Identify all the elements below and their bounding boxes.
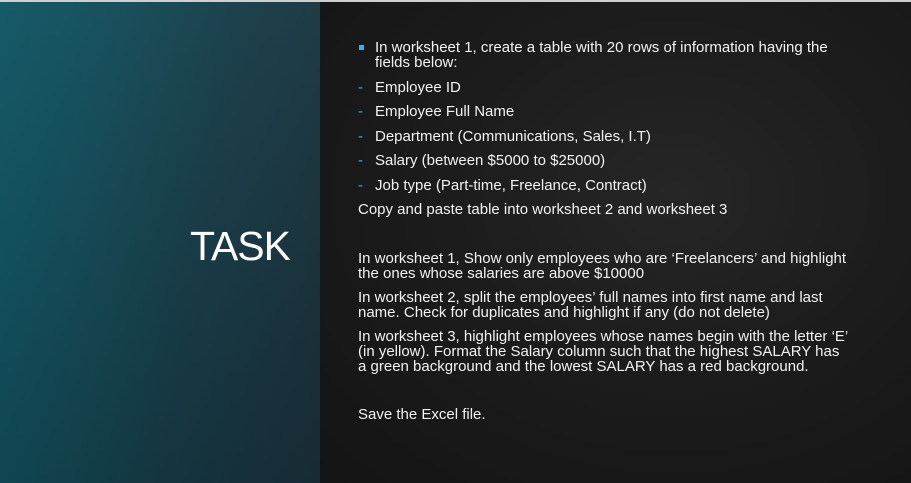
- field-item: - Department (Communications, Sales, I.T…: [358, 129, 848, 144]
- slide-title: TASK: [189, 223, 291, 269]
- dash-bullet-icon: -: [358, 128, 363, 145]
- save-instruction: Save the Excel file.: [358, 406, 486, 423]
- square-bullet-icon: [359, 45, 364, 50]
- dash-bullet-icon: -: [358, 152, 363, 169]
- field-text: Employee ID: [375, 79, 461, 96]
- field-item: - Salary (between $5000 to $25000): [358, 153, 848, 168]
- slide: TASK In worksheet 1, create a table with…: [0, 0, 911, 483]
- dash-bullet-icon: -: [358, 103, 363, 120]
- field-item: - Employee ID: [358, 80, 848, 95]
- field-text: Employee Full Name: [375, 103, 515, 120]
- field-text: Department (Communications, Sales, I.T): [375, 128, 651, 145]
- dash-bullet-icon: -: [358, 79, 363, 96]
- dash-bullet-icon: -: [358, 177, 363, 194]
- worksheet3-instruction: In worksheet 3, highlight employees whos…: [358, 328, 848, 375]
- field-text: Salary (between $5000 to $25000): [375, 152, 606, 169]
- field-item: - Employee Full Name: [358, 104, 848, 119]
- field-item: - Job type (Part-time, Freelance, Contra…: [358, 178, 848, 193]
- field-text: Job type (Part-time, Freelance, Contract…: [375, 177, 647, 194]
- copy-instruction: Copy and paste table into worksheet 2 an…: [358, 201, 728, 218]
- intro-text: In worksheet 1, create a table with 20 r…: [375, 39, 828, 71]
- task-content: In worksheet 1, create a table with 20 r…: [358, 40, 848, 422]
- worksheet1-instruction: In worksheet 1, Show only employees who …: [358, 250, 847, 282]
- title-panel: TASK: [0, 2, 320, 483]
- intro-bullet: In worksheet 1, create a table with 20 r…: [358, 40, 848, 70]
- worksheet2-instruction: In worksheet 2, split the employees’ ful…: [358, 289, 823, 321]
